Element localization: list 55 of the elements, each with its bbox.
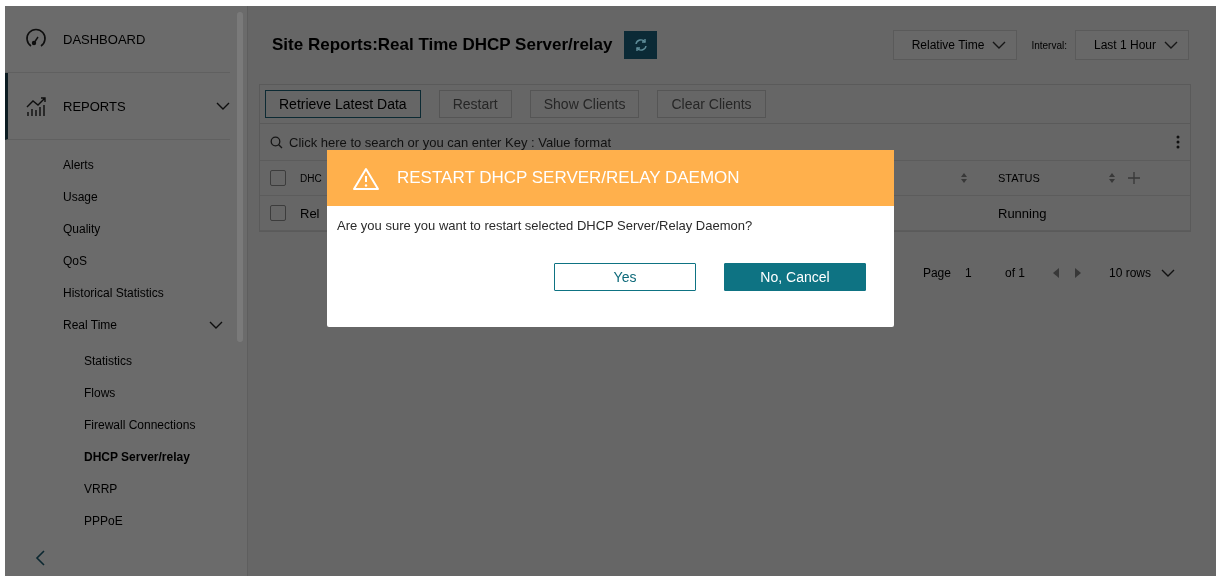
nav-subitem[interactable]: Real Time <box>5 309 223 341</box>
kebab-menu-icon[interactable] <box>1176 135 1180 149</box>
nav-item[interactable]: REPORTS <box>5 73 230 140</box>
page-count: of 1 <box>1004 266 1025 280</box>
add-column-icon[interactable] <box>1128 172 1140 184</box>
time-mode-dropdown[interactable]: Relative Time <box>892 30 1018 60</box>
collapse-button[interactable] <box>33 550 47 566</box>
nav-subitem[interactable]: DHCP Server/relay <box>5 441 244 473</box>
chart-icon <box>25 95 47 117</box>
nav-subitem[interactable]: Flows <box>5 377 244 409</box>
page-label: Page <box>922 266 951 280</box>
chevron-down-icon <box>992 41 1007 49</box>
nav-label: REPORTS <box>63 98 127 114</box>
table-cell: Rel <box>300 205 320 221</box>
table-cell-text: Running <box>998 205 1048 221</box>
nav-subitem[interactable]: Statistics <box>5 345 244 377</box>
gauge-icon <box>25 28 47 50</box>
column-header: DHC <box>300 173 322 184</box>
chevron-down-icon <box>216 102 230 110</box>
next-page-icon[interactable] <box>1073 268 1081 278</box>
cancel-button[interactable]: No, Cancel <box>724 263 866 291</box>
chevron-down-icon <box>1161 269 1175 277</box>
page-number[interactable]: 1 <box>964 266 991 280</box>
previous-page-icon[interactable] <box>1052 268 1060 278</box>
sort-icon[interactable] <box>1108 172 1116 184</box>
nav-subitem[interactable]: QoS <box>5 245 223 277</box>
dialog-title: RESTART DHCP SERVER/RELAY DAEMON <box>397 168 740 188</box>
nav-subitem[interactable]: Historical Statistics <box>5 277 223 309</box>
header-checkbox[interactable] <box>270 170 286 186</box>
warning-icon <box>353 166 379 190</box>
chevron-down-icon <box>209 321 223 329</box>
interval-dropdown[interactable]: Last 1 Hour <box>1074 30 1189 60</box>
dialog-message: Are you sure you want to restart selected DHCP Server/Relay Daemon? <box>336 217 754 233</box>
confirm-button[interactable]: Yes <box>554 263 696 291</box>
chevron-down-icon <box>1164 41 1178 49</box>
interval-label: Interval: <box>1031 39 1067 51</box>
column-header: STATUS <box>998 172 1041 184</box>
rows-per-page-dropdown[interactable]: 10 rows <box>1108 266 1175 280</box>
nav-subitem[interactable]: Usage <box>5 181 223 213</box>
nav-subitem[interactable]: Alerts <box>5 149 223 181</box>
nav-subitem[interactable]: Firewall Connections <box>5 409 244 441</box>
nav-subitem[interactable]: PPPoE <box>5 505 244 537</box>
toolbar-button[interactable]: Retrieve Latest Data <box>265 90 421 118</box>
chevron-left-icon <box>35 550 45 566</box>
refresh-icon <box>633 38 648 52</box>
search-icon <box>270 135 283 149</box>
row-checkbox[interactable] <box>270 205 286 221</box>
nav-subitem[interactable]: VRRP <box>5 473 244 505</box>
nav-item[interactable]: DASHBOARD <box>5 6 230 73</box>
page-title: Site Reports:Real Time DHCP Server/relay <box>272 35 613 55</box>
sort-icon[interactable] <box>960 172 968 184</box>
nav-label: DASHBOARD <box>63 31 147 47</box>
search-field[interactable]: Click here to search or you can enter Key : Value format <box>260 124 1190 160</box>
refresh-button[interactable] <box>624 31 658 59</box>
nav-subitem[interactable]: Quality <box>5 213 223 245</box>
